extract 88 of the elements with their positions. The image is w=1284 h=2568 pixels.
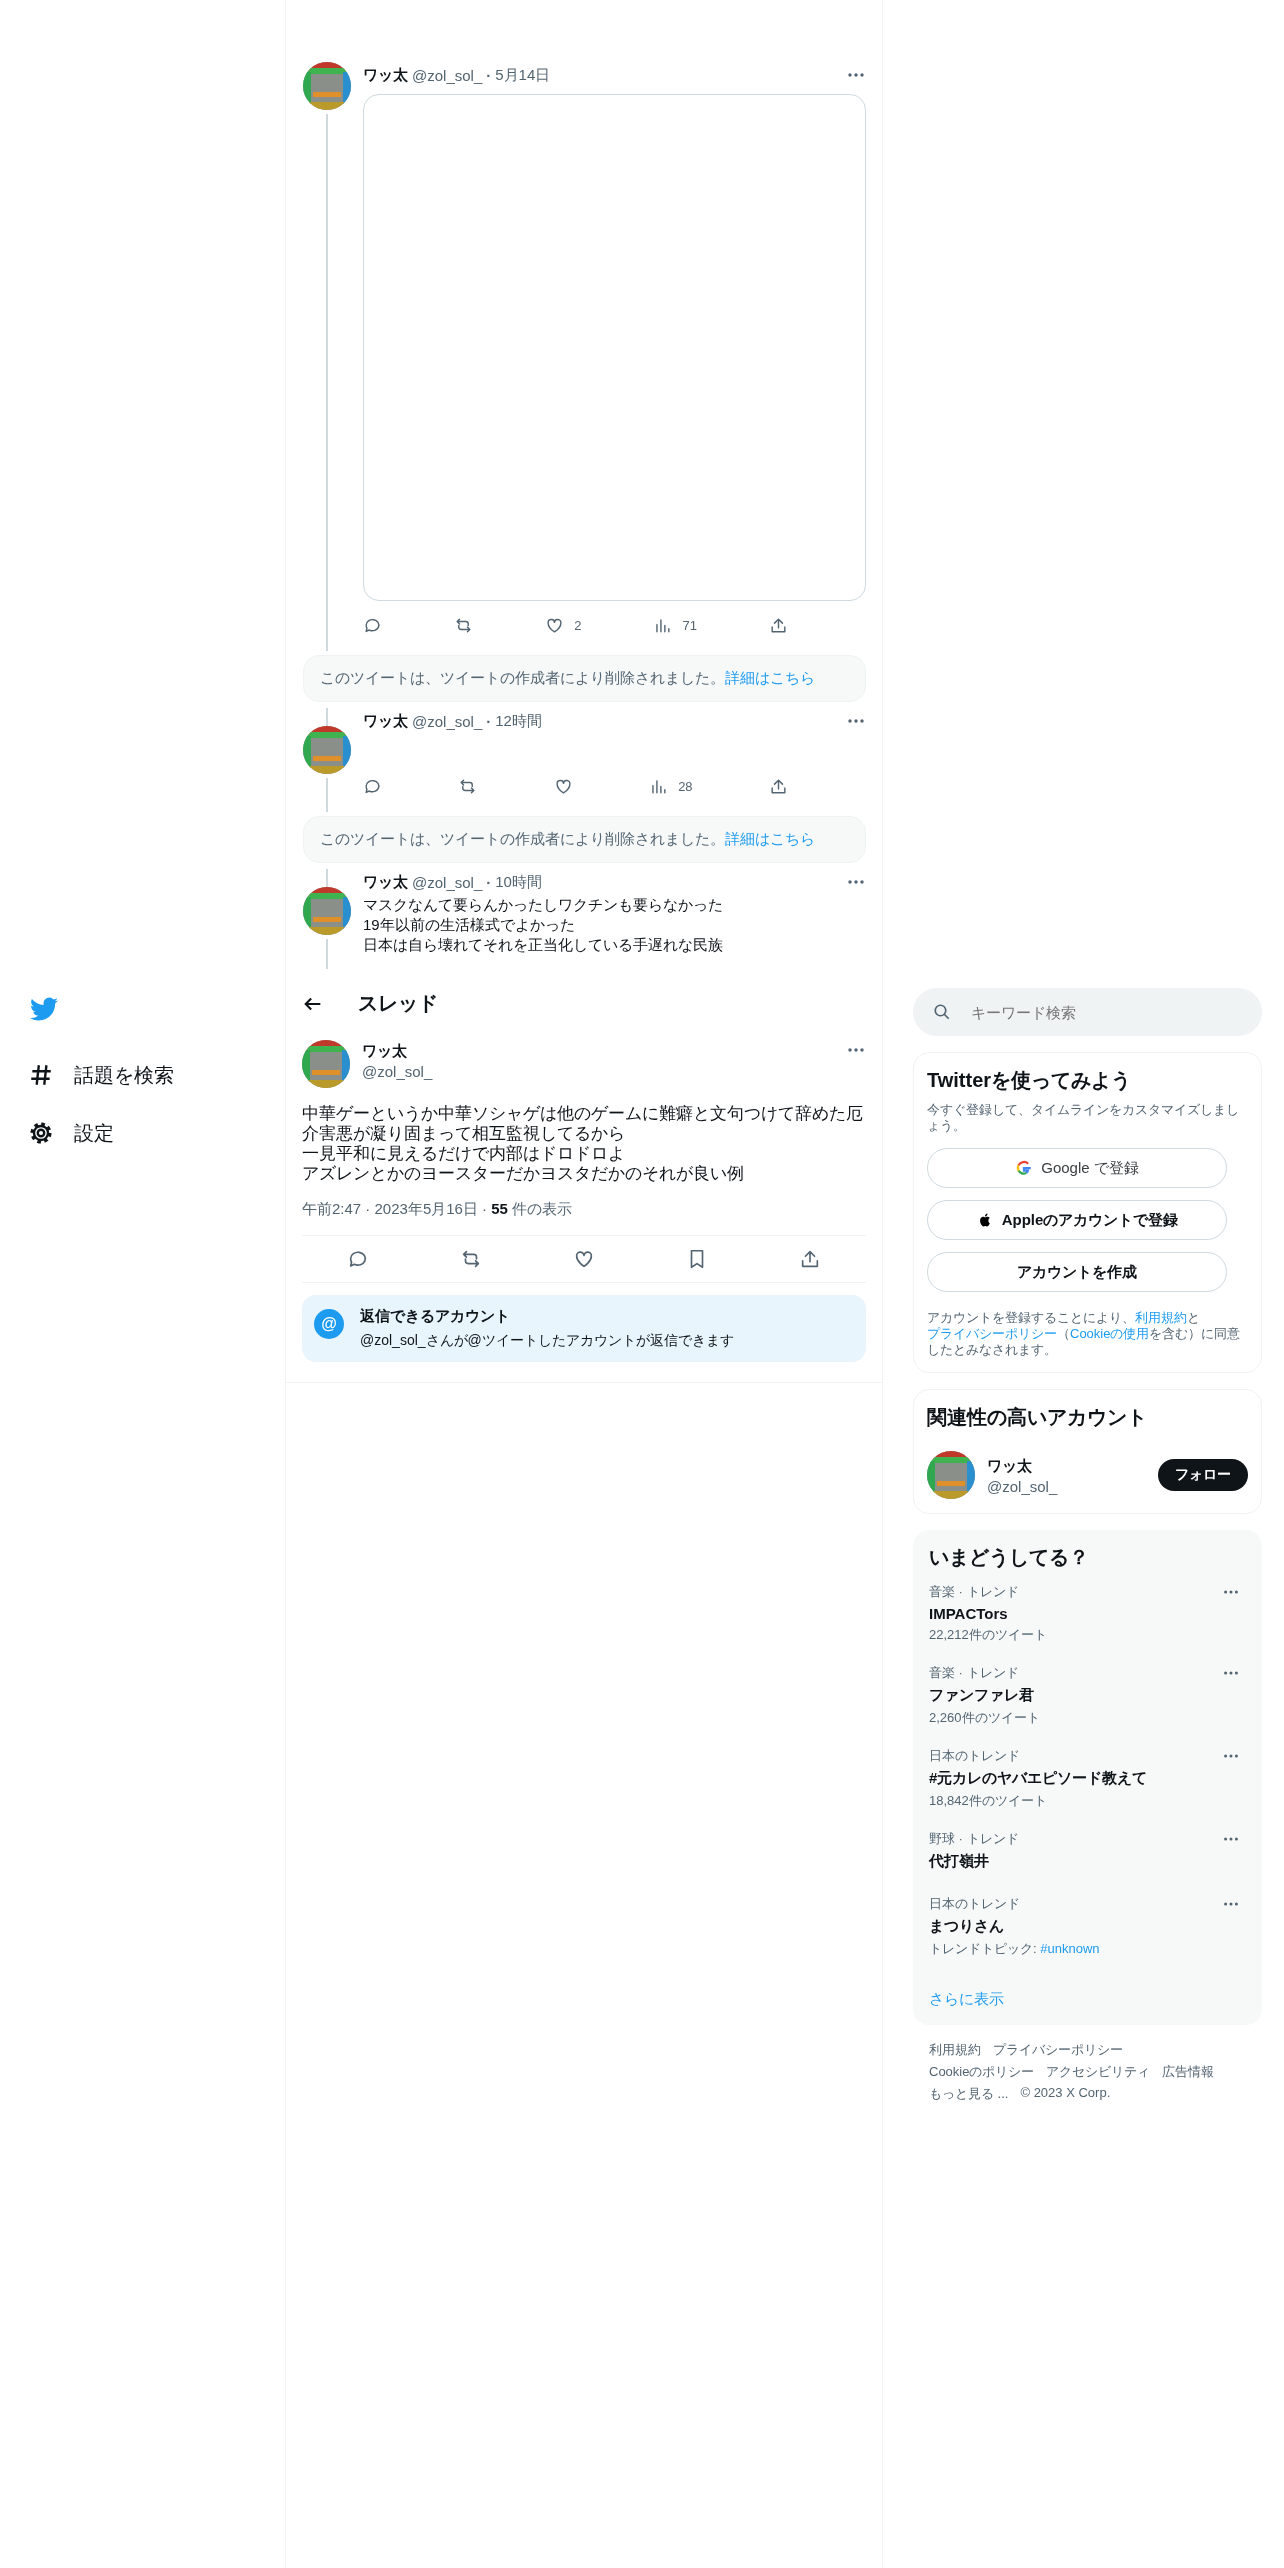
sidebar-item[interactable]: 設定 — [28, 1104, 114, 1162]
footer-link[interactable]: アクセシビリティ — [1046, 2063, 1151, 2081]
tweet-time[interactable]: 10時間 — [495, 872, 542, 892]
avatar[interactable] — [302, 1040, 350, 1088]
views-action[interactable]: 71 — [653, 615, 697, 635]
tweet-text-line: 日本は自ら壊れてそれを正当化している手遅れな民族 — [363, 935, 724, 955]
footer-link[interactable]: もっと見る ... — [929, 2085, 1009, 2103]
page-title: スレッド — [358, 991, 438, 1016]
retweet-action[interactable] — [458, 776, 478, 796]
user-handle: @zol_sol_ — [362, 1063, 433, 1080]
at-badge: @ — [314, 1309, 344, 1339]
trend-context: 野球 · トレンド — [929, 1830, 1020, 1848]
legal-text: アカウントを登録することにより、利用規約 と プライバシーポリシー（Cookieの使用を含む）に同意したとみなされます。 — [927, 1310, 1242, 1358]
user-handle: @zol_sol_ — [987, 1478, 1059, 1495]
heart-icon — [573, 1248, 595, 1270]
card-title: 関連性の高いアカウント — [927, 1405, 1148, 1430]
trend-name[interactable]: 代打嶺井 — [929, 1852, 1222, 1871]
user-name[interactable]: ワッ太 — [987, 1457, 1146, 1476]
share-icon — [768, 615, 788, 635]
retweet-icon — [454, 615, 474, 635]
thread-line — [326, 708, 328, 726]
retweet-icon — [458, 776, 478, 796]
share-icon — [768, 776, 788, 796]
user-name[interactable]: ワッ太 — [363, 65, 408, 85]
share-action[interactable] — [768, 776, 788, 796]
google-icon — [1015, 1159, 1034, 1177]
tweet-text-line: 中華ゲーというか中華ソシャゲは他のゲームに難癖と文句つけて辞めた厄介害悪が凝り固まって相互監視してるから — [302, 1104, 864, 1144]
trend-meta: 22,212件のツイート — [929, 1627, 1047, 1642]
tweet-text-line: 一見平和に見えるだけで内部はドロドロよ — [302, 1144, 626, 1164]
deleted-tweet-notice: このツイートは、ツイートの作成者により削除されました。詳細はこちら — [303, 655, 866, 702]
separator-dot: · — [486, 873, 492, 891]
user-handle: @zol_sol_ — [412, 712, 483, 730]
thread-line — [326, 778, 328, 812]
footer-link[interactable]: Cookieのポリシー — [929, 2063, 1035, 2081]
follow-button[interactable]: フォロー — [1158, 1459, 1248, 1491]
hashtag-icon — [28, 1062, 54, 1088]
user-handle: @zol_sol_ — [412, 873, 483, 891]
avatar[interactable] — [303, 726, 351, 774]
search-field[interactable]: キーワード検索 — [913, 988, 1262, 1036]
like-button[interactable] — [573, 1248, 595, 1270]
avatar[interactable] — [927, 1451, 975, 1499]
footer-link[interactable]: © 2023 X Corp. — [1020, 2085, 1111, 2103]
card-title: Twitterを使ってみよう — [927, 1068, 1133, 1093]
trend-context: 音楽 · トレンド — [929, 1583, 1020, 1601]
like-action[interactable]: 2 — [545, 615, 582, 635]
user-handle: @zol_sol_ — [412, 66, 483, 84]
tweet-text-line: 19年以前の生活様式でよかった — [363, 915, 576, 935]
trend-context: 音楽 · トレンド — [929, 1664, 1020, 1682]
trend-context: 日本のトレンド — [929, 1895, 1021, 1913]
retweet-action[interactable] — [454, 615, 474, 635]
avatar[interactable] — [303, 62, 351, 110]
signup-button[interactable]: アカウントを作成 — [927, 1252, 1227, 1292]
tweet-text-line: マスクなんて要らんかったしワクチンも要らなかった — [363, 895, 724, 915]
tweet-meta: 午前2:47 · 2023年5月16日 · 55 件の表示 — [302, 1200, 574, 1219]
footer-link[interactable]: 利用規約 — [929, 2041, 981, 2059]
card-subtitle: 今すぐ登録して、タイムラインをカスタマイズしましょう。 — [927, 1102, 1240, 1134]
signup-button[interactable]: Google で登録 — [927, 1148, 1227, 1188]
views-action[interactable]: 28 — [649, 776, 693, 796]
trend-meta: 2,260件のツイート — [929, 1710, 1040, 1725]
tweet-time[interactable]: 5月14日 — [495, 65, 551, 85]
avatar[interactable] — [303, 887, 351, 935]
deleted-tweet-notice: このツイートは、ツイートの作成者により削除されました。詳細はこちら — [303, 816, 866, 863]
footer-link[interactable]: 広告情報 — [1162, 2063, 1215, 2081]
card-title: いまどうしてる？ — [928, 1545, 1090, 1570]
trend-name[interactable]: まつりさん — [929, 1917, 1222, 1936]
footer-link[interactable]: プライバシーポリシー — [993, 2041, 1123, 2059]
policy-description: @zol_sol_さんが@ツイートしたアカウントが返信できます — [360, 1332, 734, 1350]
trend-meta: トレンドトピック: — [929, 1941, 1038, 1956]
sidebar-item[interactable]: 話題を検索 — [28, 1046, 174, 1104]
thread-line — [326, 869, 328, 887]
share-action[interactable] — [768, 615, 788, 635]
settings-icon — [28, 1120, 54, 1146]
user-name[interactable]: ワッ太 — [363, 872, 408, 892]
trend-context: 日本のトレンド — [929, 1747, 1021, 1765]
tweet-time[interactable]: 12時間 — [495, 711, 542, 731]
thread-line — [326, 939, 328, 969]
tweet-text-line: アズレンとかのヨースターだかヨスタだかのそれが良い例 — [302, 1164, 745, 1184]
separator-dot: · — [486, 66, 492, 84]
search-icon — [933, 1003, 951, 1021]
trend-name[interactable]: #元カレのヤバエピソード教えて — [929, 1769, 1222, 1788]
trend-name[interactable]: ファンファレ君 — [929, 1686, 1222, 1705]
user-name[interactable]: ワッ太 — [362, 1042, 433, 1061]
user-name[interactable]: ワッ太 — [363, 711, 408, 731]
policy-title: 返信できるアカウント — [360, 1307, 511, 1326]
trend-meta: 18,842件のツイート — [929, 1793, 1047, 1808]
signup-button[interactable]: Appleのアカウントで登録 — [927, 1200, 1227, 1240]
trend-name[interactable]: IMPACTors — [929, 1605, 1222, 1622]
separator-dot: · — [486, 712, 492, 730]
